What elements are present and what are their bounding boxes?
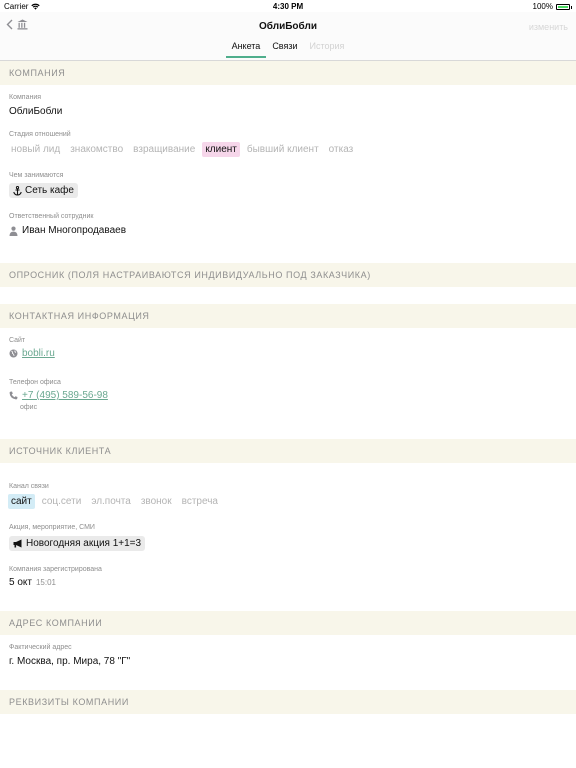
- activity-tag[interactable]: Сеть кафе: [9, 183, 78, 198]
- stage-label: Стадия отношений: [9, 131, 71, 138]
- channel-label: Канал связи: [9, 483, 49, 490]
- stage-chip-refusal[interactable]: отказ: [326, 142, 357, 157]
- stage-chip-new-lead[interactable]: новый лид: [8, 142, 63, 157]
- responsible-value: Иван Многопродаваев: [22, 225, 127, 236]
- channel-chip-social[interactable]: соц.сети: [39, 494, 85, 509]
- phone-label: Телефон офиса: [9, 379, 61, 386]
- activity-label: Чем занимаются: [9, 172, 64, 179]
- channel-chip-meeting[interactable]: встреча: [179, 494, 221, 509]
- promo-label: Акция, мероприятие, СМИ: [9, 524, 95, 531]
- responsible-row[interactable]: Иван Многопродаваев: [9, 225, 126, 236]
- battery-percent: 100%: [532, 2, 553, 11]
- channel-chip-email[interactable]: эл.почта: [88, 494, 134, 509]
- section-header-contacts: КОНТАКТНАЯ ИНФОРМАЦИЯ: [0, 304, 576, 328]
- person-icon: [9, 226, 18, 236]
- company-name-label: Компания: [9, 94, 42, 101]
- channel-chip-site[interactable]: сайт: [8, 494, 35, 509]
- status-bar: Carrier 4:30 PM 100%: [0, 0, 576, 12]
- promo-tag[interactable]: Новогодняя акция 1+1=3: [9, 536, 146, 551]
- site-link[interactable]: bobli.ru: [22, 348, 55, 359]
- activity-value: Сеть кафе: [25, 185, 74, 196]
- registered-time: 15:01: [35, 578, 56, 587]
- tab-links[interactable]: Связи: [266, 41, 303, 58]
- section-header-company: КОМПАНИЯ: [0, 61, 576, 85]
- navigation-bar: ОблиБобли изменить Анкета Связи История: [0, 12, 576, 61]
- channel-selector: сайт соц.сети эл.почта звонок встреча: [8, 494, 221, 509]
- section-header-address: АДРЕС КОМПАНИИ: [0, 611, 576, 635]
- registered-label: Компания зарегистрирована: [9, 566, 102, 573]
- battery-icon: [556, 3, 572, 10]
- phone-note: офис: [20, 404, 38, 411]
- registered-date: 5 окт: [9, 577, 32, 588]
- stage-selector: новый лид знакомство взращивание клиент …: [8, 142, 356, 157]
- phone-icon: [9, 391, 18, 400]
- address-label: Фактический адрес: [9, 644, 72, 651]
- section-header-survey: ОПРОСНИК (ПОЛЯ НАСТРАИВАЮТСЯ ИНДИВИДУАЛЬ…: [0, 263, 576, 287]
- address-value: г. Москва, пр. Мира, 78 "Г": [9, 656, 131, 667]
- globe-icon: [9, 349, 18, 358]
- tab-bar: Анкета Связи История: [0, 41, 576, 58]
- tab-history[interactable]: История: [304, 41, 351, 58]
- section-header-requisites: РЕКВИЗИТЫ КОМПАНИИ: [0, 690, 576, 714]
- tab-profile[interactable]: Анкета: [225, 41, 267, 58]
- phone-link[interactable]: +7 (495) 589-56-98: [22, 390, 108, 401]
- site-row: bobli.ru: [9, 348, 55, 359]
- channel-chip-call[interactable]: звонок: [138, 494, 175, 509]
- site-label: Сайт: [9, 337, 26, 344]
- battery-info: 100%: [532, 2, 572, 11]
- section-header-source: ИСТОЧНИК КЛИЕНТА: [0, 439, 576, 463]
- stage-chip-acquaintance[interactable]: знакомство: [67, 142, 126, 157]
- responsible-label: Ответственный сотрудник: [9, 213, 94, 220]
- registered-row: 5 окт 15:01: [9, 577, 56, 588]
- phone-row: +7 (495) 589-56-98: [9, 390, 108, 401]
- promo-value: Новогодняя акция 1+1=3: [26, 538, 142, 549]
- edit-button[interactable]: изменить: [529, 22, 568, 32]
- stage-chip-former-client[interactable]: бывший клиент: [244, 142, 322, 157]
- stage-chip-nurturing[interactable]: взращивание: [130, 142, 198, 157]
- anchor-icon: [13, 185, 22, 196]
- clock: 4:30 PM: [272, 2, 304, 11]
- stage-chip-client[interactable]: клиент: [202, 142, 240, 157]
- megaphone-icon: [13, 539, 22, 548]
- company-name-value: ОблиБобли: [9, 106, 63, 117]
- page-title: ОблиБобли: [259, 21, 317, 32]
